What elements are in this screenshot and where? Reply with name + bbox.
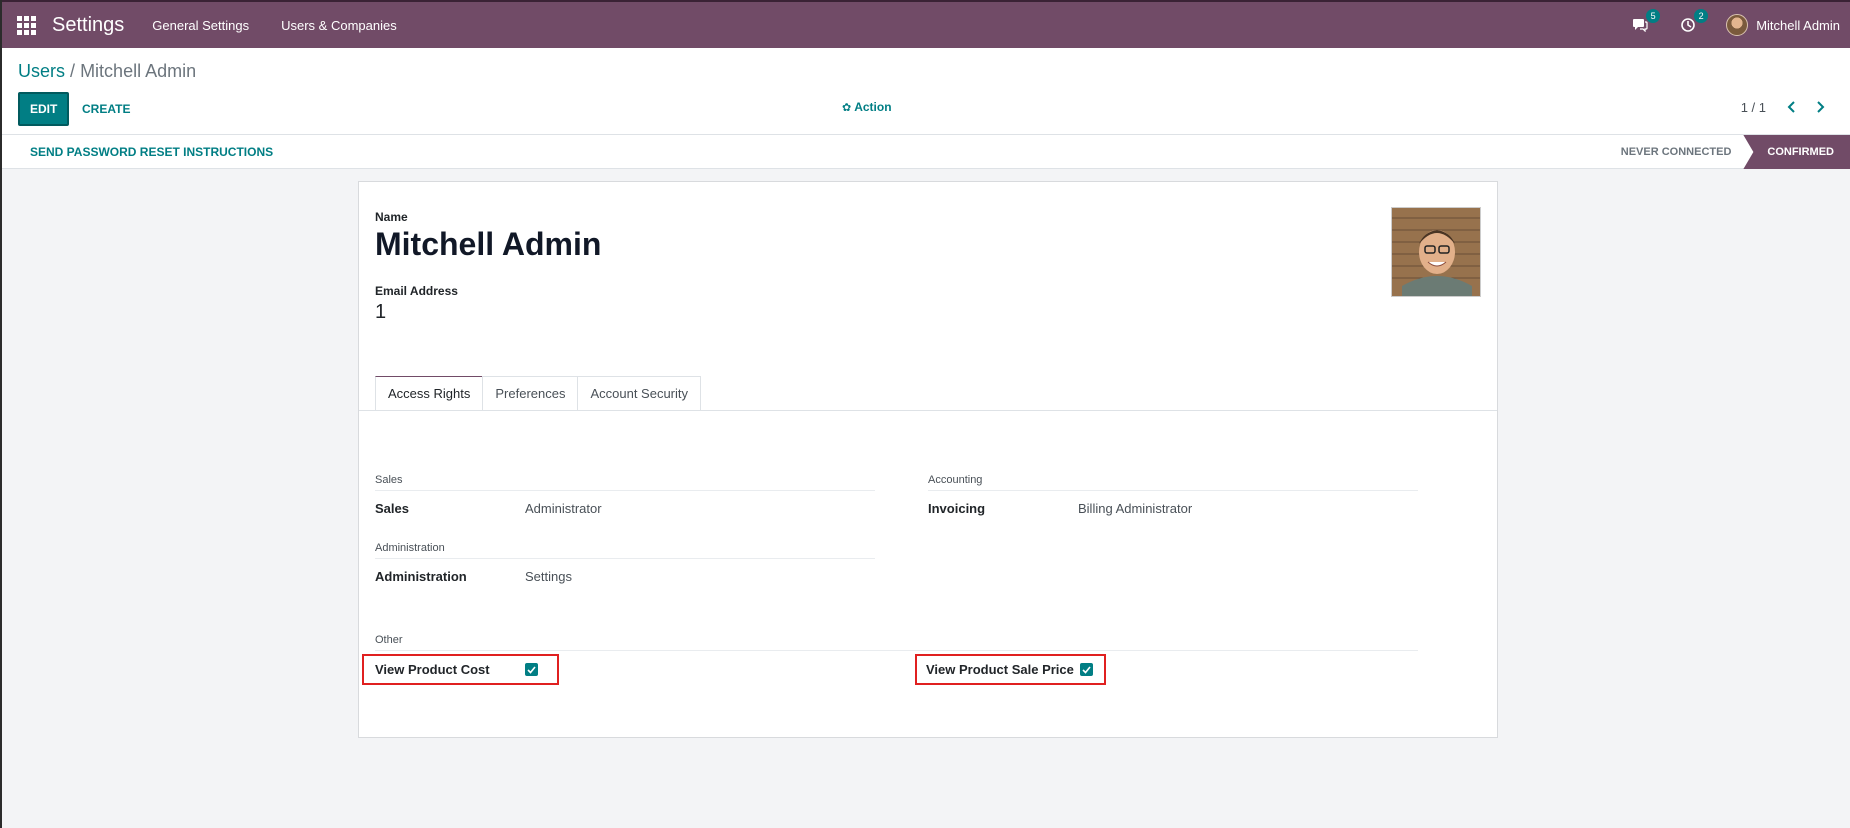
group-divider (375, 490, 875, 491)
group-title-administration: Administration (375, 542, 445, 554)
form-tabs: Access Rights Preferences Account Securi… (375, 376, 702, 410)
checkbox-view-product-cost[interactable] (525, 663, 538, 676)
breadcrumb-current: Mitchell Admin (80, 61, 197, 81)
user-name: Mitchell Admin (1756, 17, 1840, 33)
profile-photo[interactable] (1391, 207, 1481, 297)
checkbox-view-product-sale-price[interactable] (1080, 663, 1093, 676)
tab-access-rights[interactable]: Access Rights (375, 376, 484, 410)
action-label: Action (854, 100, 892, 114)
email-value: 1 (375, 301, 387, 323)
stage-never-connected[interactable]: NEVER CONNECTED (1609, 135, 1744, 169)
field-label-invoicing: Invoicing (928, 501, 986, 516)
messages-icon[interactable]: 5 (1630, 9, 1661, 35)
activities-clock-icon[interactable]: 2 (1678, 9, 1709, 35)
user-avatar (1726, 14, 1749, 36)
field-label-administration: Administration (375, 569, 467, 584)
status-stages: NEVER CONNECTED CONFIRMED (1609, 135, 1850, 169)
group-title-sales: Sales (375, 474, 403, 486)
breadcrumb-separator: / (70, 61, 76, 81)
apps-menu-icon[interactable] (2, 1, 50, 49)
tab-divider (359, 410, 1497, 411)
form-statusbar: SEND PASSWORD RESET INSTRUCTIONS NEVER C… (2, 135, 1850, 169)
tab-account-security[interactable]: Account Security (577, 376, 702, 410)
field-label-view-product-sale-price: View Product Sale Price (926, 662, 1074, 677)
field-value-administration[interactable]: Settings (525, 569, 572, 584)
app-title[interactable]: Settings (52, 14, 124, 37)
top-navbar: Settings General Settings Users & Compan… (2, 0, 1850, 48)
field-value-sales[interactable]: Administrator (525, 501, 602, 516)
edit-button[interactable]: EDIT (18, 92, 70, 126)
stage-confirmed[interactable]: CONFIRMED (1743, 135, 1850, 169)
menu-users-companies[interactable]: Users & Companies (281, 18, 397, 33)
gear-icon: ✿ (842, 101, 852, 114)
group-title-accounting: Accounting (928, 474, 983, 486)
control-panel: Users / Mitchell Admin EDIT CREATE ✿ Act… (2, 48, 1850, 135)
group-divider (375, 558, 875, 559)
menu-general-settings[interactable]: General Settings (152, 18, 249, 33)
group-title-other: Other (375, 634, 403, 646)
create-button[interactable]: CREATE (80, 92, 132, 126)
user-menu[interactable]: Mitchell Admin (1726, 14, 1840, 36)
group-divider (928, 490, 1418, 491)
send-password-reset-button[interactable]: SEND PASSWORD RESET INSTRUCTIONS (30, 145, 273, 159)
form-sheet: Name Mitchell Admin Email Address 1 Acce… (358, 181, 1498, 738)
name-label: Name (375, 210, 408, 224)
pager-next-icon[interactable] (1810, 96, 1830, 118)
action-menu-button[interactable]: ✿ Action (842, 100, 892, 114)
field-label-sales: Sales (375, 501, 409, 516)
messages-count-badge: 5 (1646, 9, 1661, 23)
field-value-invoicing[interactable]: Billing Administrator (1078, 501, 1192, 516)
pager-previous-icon[interactable] (1782, 96, 1802, 118)
pager-value[interactable]: 1 / 1 (1741, 100, 1766, 115)
field-label-view-product-cost: View Product Cost (375, 662, 490, 677)
activities-count-badge: 2 (1694, 9, 1709, 23)
breadcrumb-users-link[interactable]: Users (18, 61, 65, 81)
email-label: Email Address (375, 284, 458, 298)
breadcrumb: Users / Mitchell Admin (18, 61, 196, 82)
name-value: Mitchell Admin (375, 226, 602, 262)
tab-preferences[interactable]: Preferences (482, 376, 579, 410)
group-divider (375, 650, 1418, 651)
